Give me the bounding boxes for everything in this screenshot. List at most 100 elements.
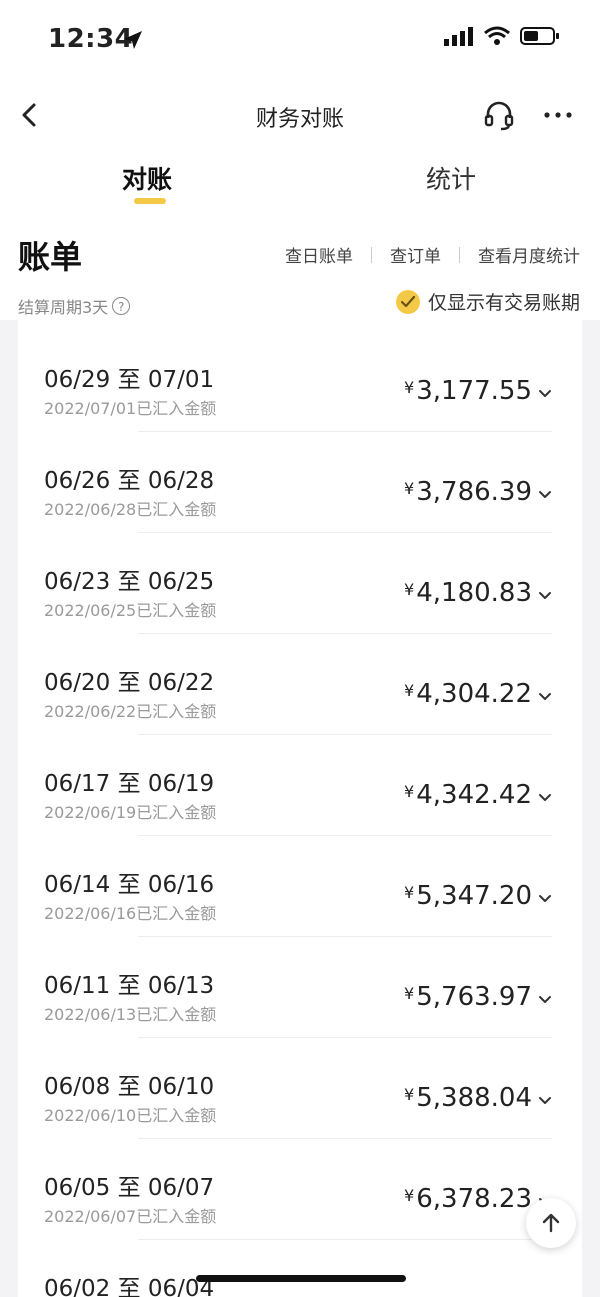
- divider: [138, 835, 552, 836]
- help-icon[interactable]: ?: [112, 297, 131, 315]
- divider: [138, 1037, 552, 1038]
- divider: [138, 1239, 552, 1240]
- daily-bill-link[interactable]: 查日账单: [285, 242, 353, 267]
- bill-row[interactable]: 06/08 至 06/10 2022/06/10已汇入金额 ¥5,388.04: [18, 1039, 582, 1139]
- bill-row[interactable]: 06/02 至 06/04: [18, 1241, 582, 1297]
- bill-row[interactable]: 06/23 至 06/25 2022/06/25已汇入金额 ¥4,180.83: [18, 534, 582, 634]
- amount-value: 4,180.83: [416, 578, 532, 608]
- bill-links: 查日账单 查订单 查看月度统计: [285, 242, 580, 267]
- bill-row[interactable]: 06/05 至 06/07 2022/06/07已汇入金额 ¥6,378.23: [18, 1140, 582, 1240]
- date-range: 06/17 至 06/19: [44, 771, 215, 797]
- chevron-down-icon[interactable]: [538, 994, 552, 1006]
- bill-row[interactable]: 06/20 至 06/22 2022/06/22已汇入金额 ¥4,304.22: [18, 635, 582, 735]
- amount: ¥5,347.20: [404, 881, 532, 911]
- amount: ¥3,786.39: [404, 477, 532, 507]
- date-range: 06/20 至 06/22: [44, 670, 215, 696]
- amount: ¥4,342.42: [404, 780, 532, 810]
- transfer-note: 2022/06/28已汇入金额: [44, 500, 217, 519]
- amount-value: 3,786.39: [416, 477, 532, 507]
- divider: [138, 633, 552, 634]
- currency-symbol: ¥: [404, 782, 415, 801]
- chevron-down-icon[interactable]: [538, 1095, 552, 1107]
- bill-row[interactable]: 06/11 至 06/13 2022/06/13已汇入金额 ¥5,763.97: [18, 938, 582, 1038]
- bill-list: 06/29 至 07/01 2022/07/01已汇入金额 ¥3,177.55 06/…: [18, 320, 582, 1297]
- transfer-note: 2022/06/19已汇入金额: [44, 803, 217, 822]
- chevron-down-icon[interactable]: [538, 691, 552, 703]
- amount: ¥4,180.83: [404, 578, 532, 608]
- tab-statistics[interactable]: 统计: [426, 160, 476, 196]
- status-time: 12:34: [48, 24, 134, 54]
- amount-value: 5,763.97: [416, 982, 532, 1012]
- amount-value: 5,347.20: [416, 881, 532, 911]
- currency-symbol: ¥: [404, 580, 415, 599]
- chevron-down-icon[interactable]: [538, 489, 552, 501]
- filter-label: 仅显示有交易账期: [427, 292, 580, 314]
- monthly-stats-link[interactable]: 查看月度统计: [478, 242, 580, 267]
- settlement-period: 结算周期3天 ?: [18, 294, 131, 318]
- orders-link[interactable]: 查订单: [390, 242, 441, 267]
- checkmark-icon[interactable]: [395, 289, 420, 314]
- divider: [138, 431, 552, 432]
- date-range: 06/14 至 06/16: [44, 872, 215, 898]
- transfer-note: 2022/06/13已汇入金额: [44, 1005, 217, 1024]
- currency-symbol: ¥: [404, 984, 415, 1003]
- divider: [371, 246, 372, 263]
- transfer-note: 2022/06/07已汇入金额: [44, 1207, 217, 1226]
- currency-symbol: ¥: [404, 883, 415, 902]
- more-options-icon[interactable]: [540, 98, 576, 132]
- cellular-signal-icon: [444, 27, 473, 46]
- currency-symbol: ¥: [404, 479, 415, 498]
- arrow-up-icon: [542, 1213, 560, 1233]
- bill-row[interactable]: 06/14 至 06/16 2022/06/16已汇入金额 ¥5,347.20: [18, 837, 582, 937]
- date-range: 06/29 至 07/01: [44, 367, 215, 393]
- transfer-note: 2022/06/22已汇入金额: [44, 702, 217, 721]
- date-range: 06/08 至 06/10: [44, 1074, 215, 1100]
- location-arrow-icon: [124, 31, 142, 49]
- tab-bar: 对账 统计: [0, 150, 600, 220]
- bill-row[interactable]: 06/29 至 07/01 2022/07/01已汇入金额 ¥3,177.55: [18, 332, 582, 432]
- status-bar: 12:34: [0, 0, 600, 80]
- divider: [138, 532, 552, 533]
- settlement-period-text: 结算周期3天: [18, 298, 109, 317]
- chevron-down-icon[interactable]: [538, 388, 552, 400]
- amount-value: 4,304.22: [416, 679, 532, 709]
- amount-value: 5,388.04: [416, 1083, 532, 1113]
- currency-symbol: ¥: [404, 1186, 415, 1205]
- amount-value: 6,378.23: [416, 1184, 532, 1214]
- currency-symbol: ¥: [404, 378, 415, 397]
- amount: ¥5,763.97: [404, 982, 532, 1012]
- amount: ¥3,177.55: [404, 376, 532, 406]
- scroll-to-top-button[interactable]: [526, 1198, 576, 1248]
- transaction-filter-toggle[interactable]: 仅显示有交易账期: [395, 288, 580, 315]
- date-range: 06/02 至 06/04: [44, 1276, 215, 1297]
- amount: ¥5,388.04: [404, 1083, 532, 1113]
- date-range: 06/26 至 06/28: [44, 468, 215, 494]
- transfer-note: 2022/06/25已汇入金额: [44, 601, 217, 620]
- tab-reconcile[interactable]: 对账: [122, 160, 172, 196]
- section-title: 账单: [18, 238, 83, 276]
- bill-header: 账单 查日账单 查订单 查看月度统计 结算周期3天 ? 仅显示有交易账期: [0, 220, 600, 320]
- divider: [138, 734, 552, 735]
- divider: [459, 246, 460, 263]
- tab-active-indicator: [134, 198, 166, 204]
- chevron-down-icon[interactable]: [538, 792, 552, 804]
- date-range: 06/23 至 06/25: [44, 569, 215, 595]
- amount: ¥6,378.23: [404, 1184, 532, 1214]
- transfer-note: 2022/06/16已汇入金额: [44, 904, 217, 923]
- chevron-down-icon[interactable]: [538, 893, 552, 905]
- bill-row[interactable]: 06/26 至 06/28 2022/06/28已汇入金额 ¥3,786.39: [18, 433, 582, 533]
- headset-icon[interactable]: [482, 98, 516, 132]
- bill-row[interactable]: 06/17 至 06/19 2022/06/19已汇入金额 ¥4,342.42: [18, 736, 582, 836]
- amount-value: 3,177.55: [416, 376, 532, 406]
- currency-symbol: ¥: [404, 681, 415, 700]
- divider: [138, 1138, 552, 1139]
- transfer-note: 2022/06/10已汇入金额: [44, 1106, 217, 1125]
- wifi-icon: [484, 26, 510, 45]
- divider: [138, 936, 552, 937]
- chevron-down-icon[interactable]: [538, 590, 552, 602]
- battery-icon: [520, 27, 559, 45]
- nav-bar: 财务对账: [0, 80, 600, 150]
- date-range: 06/11 至 06/13: [44, 973, 215, 999]
- home-indicator: [196, 1275, 406, 1282]
- amount-value: 4,342.42: [416, 780, 532, 810]
